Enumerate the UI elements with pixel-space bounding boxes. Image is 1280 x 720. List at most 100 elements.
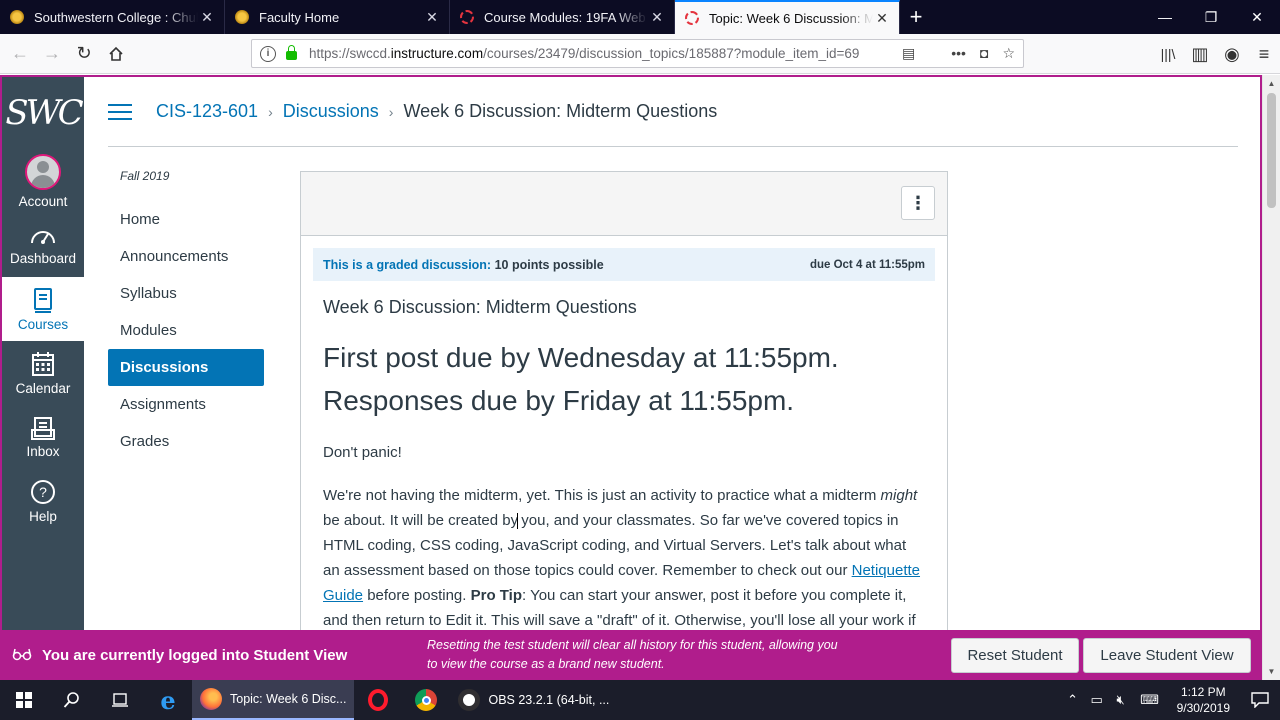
browser-tab-2[interactable]: Faculty Home ✕ <box>225 0 450 34</box>
close-icon[interactable]: ✕ <box>423 9 441 26</box>
edge-browser-icon[interactable]: e <box>144 680 192 720</box>
restore-icon[interactable]: ❐ <box>1188 0 1234 34</box>
home-icon[interactable] <box>100 38 132 70</box>
discussion-card: ⋮ This is a graded discussion: 10 points… <box>300 171 948 630</box>
browser-nav-bar: ← → ↻ i https://swccd.instructure.com/co… <box>0 34 1280 74</box>
global-nav-dashboard[interactable]: Dashboard <box>2 213 84 277</box>
course-nav-syllabus[interactable]: Syllabus <box>108 275 268 312</box>
system-clock[interactable]: 1:12 PM 9/30/2019 <box>1167 684 1240 716</box>
course-nav-modules[interactable]: Modules <box>108 312 268 349</box>
discussion-body: We're not having the midterm, yet. This … <box>323 487 921 629</box>
task-view-icon[interactable] <box>96 680 144 720</box>
tab-title: Topic: Week 6 Discussion: Midterm <box>709 10 873 26</box>
account-icon[interactable]: ◉ <box>1216 38 1248 70</box>
taskbar-app-title: Topic: Week 6 Disc... <box>230 692 347 706</box>
tab-title: Course Modules: 19FA Web Dev <box>484 9 648 25</box>
clock-date: 9/30/2019 <box>1176 701 1230 715</box>
global-nav-account[interactable]: Account <box>2 149 84 213</box>
student-view-message: You are currently logged into Student Vi… <box>42 646 348 664</box>
forward-arrow-icon[interactable]: → <box>36 38 68 70</box>
page-scrollbar[interactable]: ▲ ▼ <box>1262 75 1280 680</box>
dont-panic-text: Don't panic! <box>323 444 402 461</box>
more-options-kebab-icon[interactable]: ⋮ <box>901 186 935 220</box>
clock-time: 1:12 PM <box>1180 685 1226 699</box>
due-date: due Oct 4 at 11:55pm <box>809 258 925 271</box>
student-view-bar: You are currently logged into Student Vi… <box>0 630 1262 680</box>
college-favicon-icon <box>235 10 249 24</box>
scroll-up-arrow-icon[interactable]: ▲ <box>1263 75 1280 92</box>
breadcrumb-course-link[interactable]: CIS-123-601 <box>156 101 258 122</box>
course-nav-announcements[interactable]: Announcements <box>108 238 268 275</box>
obs-icon <box>458 689 481 711</box>
course-nav-discussions[interactable]: Discussions <box>108 349 264 386</box>
chrome-icon[interactable] <box>402 680 450 720</box>
browser-tab-1[interactable]: Southwestern College : Chula Vista ✕ <box>0 0 225 34</box>
global-nav-label: Help <box>29 508 57 524</box>
address-bar[interactable]: i https://swccd.instructure.com/courses/… <box>251 39 1024 68</box>
secure-lock-icon <box>286 45 297 60</box>
new-tab-plus-icon[interactable]: + <box>900 0 932 34</box>
global-navigation: SWC Account Dashboard Courses Calendar I… <box>2 77 84 630</box>
points-possible: 10 points possible <box>494 257 604 272</box>
bookmark-star-icon[interactable]: ☆ <box>1002 45 1015 62</box>
scroll-down-arrow-icon[interactable]: ▼ <box>1263 663 1280 680</box>
account-avatar-icon <box>25 153 61 190</box>
global-nav-label: Account <box>18 193 68 209</box>
discussion-title: Week 6 Discussion: Midterm Questions <box>323 297 637 317</box>
windows-start-icon[interactable] <box>0 680 48 720</box>
reset-student-button[interactable]: Reset Student <box>951 638 1079 673</box>
site-info-icon[interactable]: i <box>260 45 276 62</box>
heading-line-2: Responses due by Friday at 11:55pm. <box>323 385 795 416</box>
course-nav-home[interactable]: Home <box>108 201 268 238</box>
reload-icon[interactable]: ↻ <box>68 38 100 70</box>
calendar-icon <box>31 351 55 377</box>
menu-icon[interactable]: ≡ <box>1248 38 1280 70</box>
global-nav-inbox[interactable]: Inbox <box>2 405 84 469</box>
scrollbar-thumb[interactable] <box>1267 93 1276 208</box>
taskbar-app-title: OBS 23.2.1 (64-bit, ... <box>488 693 610 707</box>
tray-chevron-up-icon[interactable]: ⌃ <box>1061 692 1085 708</box>
library-icon[interactable]: |||\ <box>1152 38 1184 70</box>
browser-tab-4-active[interactable]: Topic: Week 6 Discussion: Midterm ✕ <box>675 0 900 34</box>
pocket-icon[interactable]: ◘ <box>980 45 988 62</box>
canvas-favicon-icon <box>685 11 699 25</box>
browser-tab-3[interactable]: Course Modules: 19FA Web Dev ✕ <box>450 0 675 34</box>
sidebar-icon[interactable]: ▥ <box>1184 38 1216 70</box>
graded-label: This is a graded discussion: <box>323 257 492 272</box>
canvas-page: SWC Account Dashboard Courses Calendar I… <box>0 75 1262 630</box>
close-icon[interactable]: ✕ <box>198 9 216 26</box>
minimize-icon[interactable]: — <box>1142 0 1188 34</box>
window-close-icon[interactable]: ✕ <box>1234 0 1280 34</box>
close-icon[interactable]: ✕ <box>873 10 891 27</box>
search-icon[interactable] <box>48 680 96 720</box>
leave-student-view-button[interactable]: Leave Student View <box>1083 638 1251 673</box>
course-nav-grades[interactable]: Grades <box>108 423 268 460</box>
url-text[interactable]: https://swccd.instructure.com/courses/23… <box>309 46 902 61</box>
taskbar-app-firefox[interactable]: Topic: Week 6 Disc... <box>192 680 355 720</box>
breadcrumb-current: Week 6 Discussion: Midterm Questions <box>403 101 718 121</box>
back-arrow-icon[interactable]: ← <box>4 38 36 70</box>
course-nav-assignments[interactable]: Assignments <box>108 386 268 423</box>
keyboard-icon[interactable]: ⌨︎ <box>1133 692 1167 708</box>
taskbar-app-obs[interactable]: OBS 23.2.1 (64-bit, ... <box>450 680 617 720</box>
global-nav-courses[interactable]: Courses <box>2 277 84 341</box>
global-nav-calendar[interactable]: Calendar <box>2 341 84 405</box>
inbox-icon <box>31 416 55 440</box>
swc-logo[interactable]: SWC <box>2 77 84 149</box>
student-view-glasses-icon <box>12 647 34 664</box>
breadcrumb: CIS-123-601 › Discussions › Week 6 Discu… <box>108 77 1238 147</box>
opera-icon[interactable] <box>354 680 402 720</box>
page-actions-icon[interactable]: ••• <box>951 45 966 62</box>
close-icon[interactable]: ✕ <box>648 9 666 26</box>
breadcrumb-discussions-link[interactable]: Discussions <box>283 101 379 122</box>
global-nav-help[interactable]: ? Help <box>2 469 84 533</box>
heading-line-1: First post due by Wednesday at 11:55pm. <box>323 342 839 373</box>
course-menu-hamburger-icon[interactable] <box>108 99 132 125</box>
course-navigation: Fall 2019 Home Announcements Syllabus Mo… <box>108 169 268 460</box>
graded-discussion-banner: This is a graded discussion: 10 points p… <box>313 248 935 281</box>
volume-muted-icon[interactable]: 🔇︎ <box>1109 692 1133 708</box>
notifications-icon[interactable] <box>1240 692 1280 708</box>
network-icon[interactable]: ▭ <box>1085 692 1109 708</box>
reader-view-icon[interactable]: ▤ <box>902 45 915 62</box>
chevron-right-icon: › <box>388 103 394 120</box>
